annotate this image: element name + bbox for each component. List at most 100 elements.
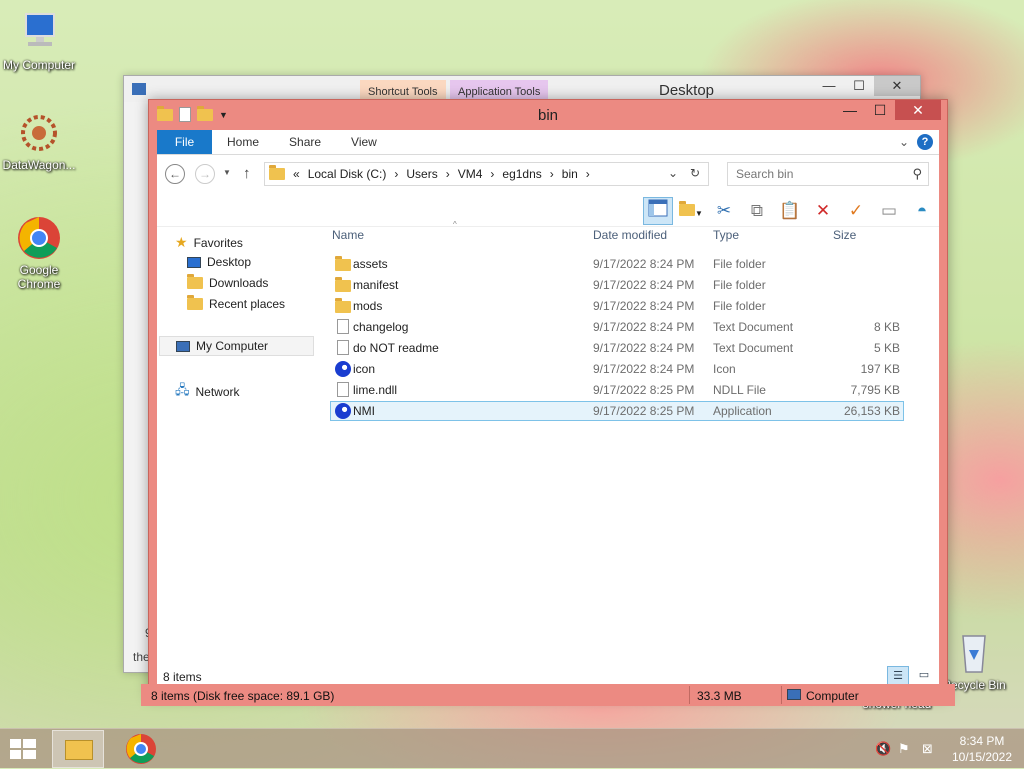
breadcrumb-bin[interactable]: bin [562, 167, 578, 181]
chevron-right-icon[interactable]: › [394, 167, 398, 181]
nav-favorites[interactable]: ★ Favorites [175, 234, 243, 251]
address-history-dropdown[interactable]: ⌄ [668, 166, 678, 180]
delete-icon[interactable]: ✕ [808, 197, 838, 225]
minimize-button[interactable]: — [814, 76, 844, 96]
file-size: 197 KB [860, 362, 900, 376]
nav-network[interactable]: 🖧 Network [175, 381, 240, 403]
background-window-controls: — ☐ ✕ [814, 76, 920, 96]
address-bar[interactable]: « Local Disk (C:) › Users › VM4 › eg1dns… [264, 162, 709, 186]
quick-access-icon [132, 83, 146, 95]
recent-locations-icon[interactable]: ▼ [223, 168, 231, 177]
file-type: Icon [713, 362, 736, 376]
breadcrumb-users[interactable]: Users [406, 167, 437, 181]
column-header-date-modified[interactable]: Date modified [593, 228, 667, 246]
file-date: 9/17/2022 8:24 PM [593, 341, 695, 355]
chevron-right-icon[interactable]: › [490, 167, 494, 181]
up-button[interactable]: ↑ [243, 165, 251, 182]
text-document-icon [337, 340, 349, 355]
volume-muted-icon[interactable]: 🔇 [875, 741, 891, 757]
refresh-icon[interactable]: ↻ [690, 166, 700, 180]
network-icon: 🖧 [175, 382, 190, 397]
file-name: assets [353, 257, 388, 271]
desktop-icon-my-computer[interactable]: My Computer [0, 10, 79, 72]
cut-icon[interactable]: ✂ [709, 197, 739, 225]
expand-ribbon-icon[interactable]: ⌄ [899, 135, 909, 149]
tab-file[interactable]: File [157, 130, 212, 154]
chevron-right-icon[interactable]: › [586, 167, 590, 181]
details-view-icon[interactable]: ☰ [887, 666, 909, 686]
nav-recent-places[interactable]: Recent places [187, 295, 286, 311]
rename-icon[interactable]: ▭ [874, 197, 904, 225]
preview-pane-icon[interactable] [643, 197, 673, 225]
file-name: icon [353, 362, 376, 376]
table-row[interactable]: manifest 9/17/2022 8:24 PM File folder [330, 275, 904, 295]
copy-icon[interactable]: ⧉ [742, 197, 772, 225]
table-row-selected[interactable]: NMI 9/17/2022 8:25 PM Application 26,153… [330, 401, 904, 421]
status-size: 33.3 MB [697, 689, 742, 703]
taskbar-chrome[interactable] [124, 732, 162, 766]
close-button[interactable]: ✕ [874, 76, 920, 96]
network-disconnected-icon[interactable]: ⊠ [922, 741, 933, 757]
start-button[interactable] [8, 737, 38, 761]
table-row[interactable]: icon 9/17/2022 8:24 PM Icon 197 KB [330, 359, 904, 379]
nav-desktop-label: Desktop [207, 255, 252, 269]
computer-icon [787, 689, 801, 700]
table-row[interactable]: changelog 9/17/2022 8:24 PM Text Documen… [330, 317, 904, 337]
chevron-right-icon[interactable]: › [550, 167, 554, 181]
tab-home[interactable]: Home [212, 130, 274, 154]
table-row[interactable]: do NOT readme 9/17/2022 8:24 PM Text Doc… [330, 338, 904, 358]
nav-desktop[interactable]: Desktop [187, 255, 251, 269]
breadcrumb-local-disk[interactable]: Local Disk (C:) [308, 167, 387, 181]
nav-my-computer[interactable]: My Computer [159, 336, 314, 356]
maximize-button[interactable]: ☐ [844, 76, 874, 96]
chevron-right-icon[interactable]: › [446, 167, 450, 181]
ribbon-right: ⌄ ? [899, 134, 933, 150]
file-type: File folder [713, 257, 766, 271]
ribbon-tabs: File Home Share View ⌄ ? [157, 130, 939, 155]
forward-button[interactable]: → [195, 164, 215, 184]
search-input[interactable]: Search bin ⚲ [727, 162, 929, 186]
file-type: Text Document [713, 341, 794, 355]
breadcrumb-eg1dns[interactable]: eg1dns [502, 167, 541, 181]
explorer-window[interactable]: ▼ bin — ☐ ✕ File Home Share View ⌄ ? ← →… [141, 99, 955, 706]
column-header-size[interactable]: Size [833, 228, 856, 246]
computer-icon [176, 340, 190, 352]
back-button[interactable]: ← [165, 164, 185, 184]
close-button[interactable]: ✕ [895, 100, 941, 120]
taskbar-file-explorer[interactable] [52, 730, 104, 768]
table-row[interactable]: lime.ndll 9/17/2022 8:25 PM NDLL File 7,… [330, 380, 904, 400]
nav-downloads[interactable]: Downloads [187, 274, 269, 290]
shell-icon[interactable]: ◓ [907, 197, 937, 225]
minimize-button[interactable]: — [835, 100, 865, 120]
table-row[interactable]: mods 9/17/2022 8:24 PM File folder [330, 296, 904, 316]
breadcrumb-vm4[interactable]: VM4 [458, 167, 483, 181]
chrome-icon [126, 734, 156, 764]
column-header-name[interactable]: Name [332, 228, 364, 246]
desktop-icon-google-chrome[interactable]: Google Chrome [0, 215, 79, 291]
column-header-type[interactable]: Type [713, 228, 739, 246]
help-icon[interactable]: ? [917, 134, 933, 150]
desktop-icon [187, 256, 201, 268]
table-row[interactable]: assets 9/17/2022 8:24 PM File folder [330, 254, 904, 274]
tab-view[interactable]: View [336, 130, 392, 154]
tab-share[interactable]: Share [274, 130, 336, 154]
action-center-icon[interactable]: ⚑ [898, 741, 910, 757]
file-explorer-icon [65, 740, 93, 760]
checkmark-icon[interactable]: ✓ [841, 197, 871, 225]
folder-icon [269, 165, 285, 180]
nav-downloads-label: Downloads [209, 276, 269, 290]
maximize-button[interactable]: ☐ [865, 100, 895, 120]
desktop-icon-datawagon[interactable]: DataWagon... [0, 110, 79, 172]
file-type: File folder [713, 278, 766, 292]
window-titlebar[interactable]: ▼ bin — ☐ ✕ [149, 100, 947, 130]
breadcrumb-overflow[interactable]: « [293, 167, 300, 181]
status-separator [781, 686, 782, 704]
nav-recent-places-label: Recent places [209, 297, 286, 311]
file-name: manifest [353, 278, 399, 292]
nav-my-computer-label: My Computer [196, 339, 269, 353]
large-icons-view-icon[interactable]: ▭ [913, 666, 935, 686]
clock[interactable]: 8:34 PM 10/15/2022 [946, 733, 1018, 765]
paste-icon[interactable]: 📋 [775, 197, 805, 225]
star-icon: ★ [175, 234, 188, 250]
open-with-icon[interactable]: ▼ [676, 197, 706, 225]
